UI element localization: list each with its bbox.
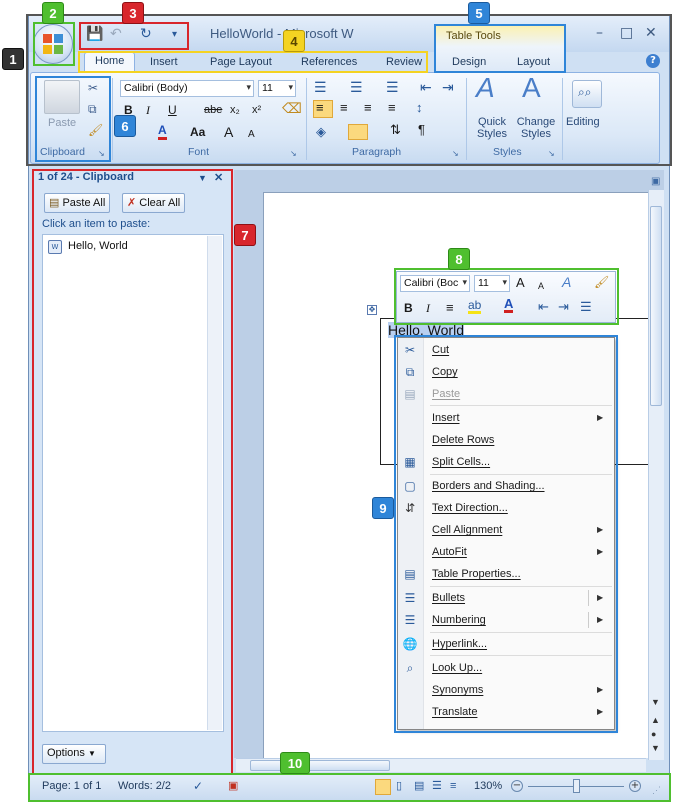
scroll-down-icon[interactable]: ▼ — [651, 694, 660, 710]
next-page-icon[interactable]: ▼ — [651, 740, 660, 756]
callout-1: 1 — [2, 48, 24, 70]
annotation-box-task-pane — [32, 169, 233, 775]
annotation-box-title-ribbon — [26, 14, 672, 166]
callout-8: 8 — [448, 248, 470, 270]
vertical-scroll-thumb[interactable] — [650, 206, 662, 406]
callout-2: 2 — [42, 2, 64, 24]
annotation-box-mini-toolbar — [394, 268, 619, 325]
callout-6: 6 — [114, 115, 136, 137]
callout-9: 9 — [372, 497, 394, 519]
annotation-box-status-bar — [28, 773, 671, 802]
callout-4: 4 — [283, 30, 305, 52]
horizontal-scroll-thumb[interactable] — [250, 760, 390, 771]
callout-3: 3 — [122, 2, 144, 24]
callout-5: 5 — [468, 2, 490, 24]
table-move-handle-icon[interactable]: ✥ — [367, 305, 377, 315]
ruler-toggle-icon[interactable]: ▣ — [651, 174, 660, 190]
callout-10: 10 — [280, 752, 310, 774]
callout-7: 7 — [234, 224, 256, 246]
annotation-box-context-menu — [394, 335, 618, 733]
